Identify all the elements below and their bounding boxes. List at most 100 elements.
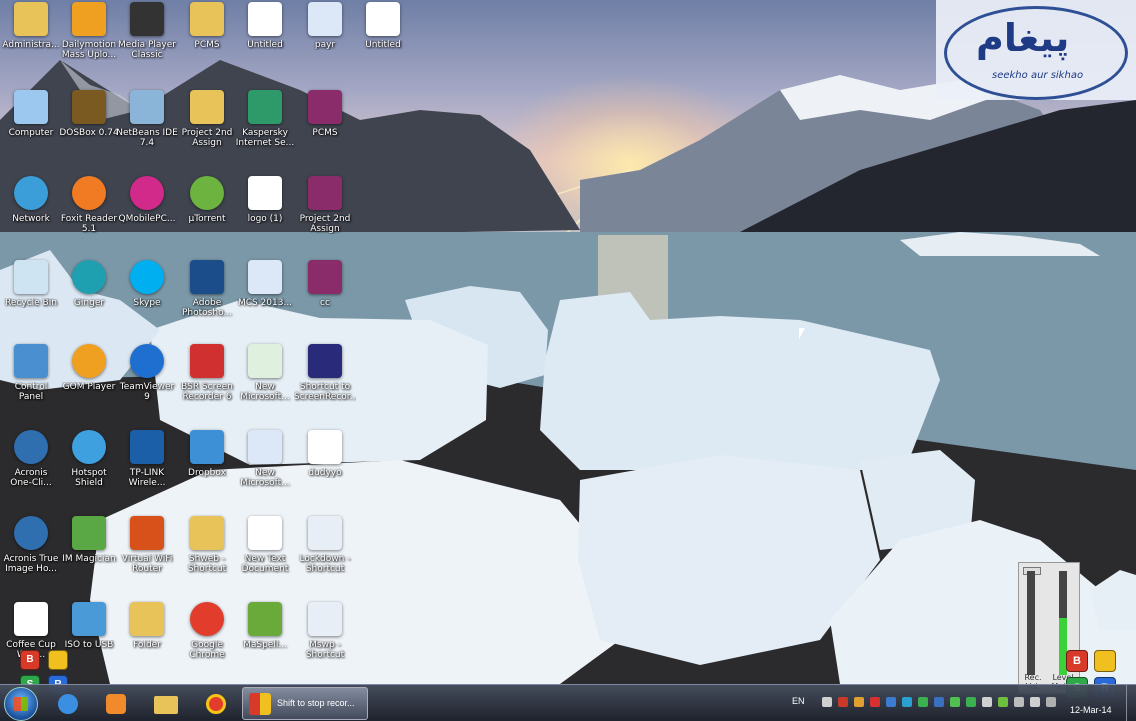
desktop-icon[interactable]: dudyyo: [294, 430, 356, 514]
desktop-icon[interactable]: Ginger: [58, 260, 120, 344]
desktop-icon[interactable]: Computer: [0, 90, 62, 174]
desktop-icon[interactable]: New Microsoft...: [234, 430, 296, 514]
desktop-icon[interactable]: PCMS: [294, 90, 356, 174]
desktop-icon[interactable]: Untitled: [234, 2, 296, 86]
desktop-icon[interactable]: Shweb - Shortcut: [176, 516, 238, 600]
windows-start-icon: [14, 697, 28, 711]
desktop-icon[interactable]: New Microsoft...: [234, 344, 296, 428]
desktop-icon[interactable]: Mswp - Shortcut: [294, 602, 356, 686]
desktop-icon[interactable]: TP-LINK Wirele...: [116, 430, 178, 514]
control-panel-icon: [14, 344, 48, 378]
tray-volume-icon[interactable]: [1030, 697, 1040, 707]
desktop-icon[interactable]: Kaspersky Internet Se...: [234, 90, 296, 174]
rec-volume-slider[interactable]: [1027, 571, 1035, 675]
taskbar-chrome-button[interactable]: [196, 688, 236, 718]
desktop-icon[interactable]: Untitled: [352, 2, 414, 86]
recorder-level-widget[interactable]: Rec. Vol. Level Meter: [1018, 562, 1080, 694]
desktop-icon[interactable]: Acronis True Image Ho...: [0, 516, 62, 600]
bsr-recorder-icon: [190, 344, 224, 378]
tray-app-icon[interactable]: [966, 697, 976, 707]
desktop-icon[interactable]: NetBeans IDE 7.4: [116, 90, 178, 174]
tray-app-icon[interactable]: [934, 697, 944, 707]
dropbox-icon: [190, 430, 224, 464]
taskbar-media-player-button[interactable]: [96, 688, 136, 718]
desktop-icon[interactable]: Virtual WiFi Router: [116, 516, 178, 600]
desktop-icon[interactable]: cc: [294, 260, 356, 344]
desktop-icon[interactable]: Dropbox: [176, 430, 238, 514]
taskbar-ie-button[interactable]: [48, 688, 88, 718]
desktop-icon[interactable]: New Text Document: [234, 516, 296, 600]
desktop-icon[interactable]: payr: [294, 2, 356, 86]
desktop-icon[interactable]: Control Panel: [0, 344, 62, 428]
taskbar-bsr-recorder-task[interactable]: Shift to stop recor...: [242, 687, 368, 720]
desktop-icon-label: dudyyo: [308, 468, 342, 478]
desktop-icon-label: Ginger: [73, 298, 105, 308]
desktop-icon[interactable]: MCS 2013...: [234, 260, 296, 344]
desktop-icon[interactable]: µTorrent: [176, 176, 238, 260]
winrar-icon: [308, 260, 342, 294]
tray-signal-icon[interactable]: [950, 697, 960, 707]
tray-arrow-icon[interactable]: [822, 697, 832, 707]
desktop-icon[interactable]: Foxit Reader 5.1: [58, 176, 120, 260]
desktop-icon-label: Administra...: [2, 40, 60, 50]
media-player-classic-icon: [130, 2, 164, 36]
desktop-icon[interactable]: Administra...: [0, 2, 62, 86]
desktop-icon-label: Virtual WiFi Router: [121, 554, 173, 574]
desktop-icon[interactable]: logo (1): [234, 176, 296, 260]
desktop-icon[interactable]: Network: [0, 176, 62, 260]
clock-date[interactable]: 12-Mar-14: [1070, 705, 1112, 715]
tray-network-icon[interactable]: [982, 697, 992, 707]
desktop-icon[interactable]: Folder: [116, 602, 178, 686]
desktop-icon[interactable]: MaSpell...: [234, 602, 296, 686]
word-doc-icon: [308, 2, 342, 36]
internet-explorer-icon: [58, 694, 78, 714]
tray-app-icon[interactable]: [902, 697, 912, 707]
desktop-icon[interactable]: Project 2nd Assign: [294, 176, 356, 260]
desktop-icon[interactable]: Skype: [116, 260, 178, 344]
show-desktop-button[interactable]: [1126, 685, 1136, 721]
desktop-icon[interactable]: Coffee Cup Web...: [0, 602, 62, 686]
desktop-icon[interactable]: Recycle Bin: [0, 260, 62, 344]
tray-app-icon[interactable]: [854, 697, 864, 707]
desktop-icon[interactable]: ISO to USB: [58, 602, 120, 686]
desktop-icon-label: DOSBox 0.74: [59, 128, 119, 138]
desktop-icon[interactable]: Google Chrome: [176, 602, 238, 686]
bsr-overlay-yellow-icon: [48, 650, 68, 670]
desktop-icon[interactable]: GOM Player: [58, 344, 120, 428]
tray-power-icon[interactable]: [1014, 697, 1024, 707]
desktop-icon[interactable]: Media Player Classic: [116, 2, 178, 86]
text-doc-icon: [248, 516, 282, 550]
tray-shield-icon[interactable]: [870, 697, 880, 707]
desktop-icon-label: Mswp - Shortcut: [305, 640, 345, 660]
tray-app-icon[interactable]: [998, 697, 1008, 707]
user-folder-icon: [14, 2, 48, 36]
desktop-icon-label: Acronis One-Cli...: [10, 468, 52, 488]
desktop-icon-label: Control Panel: [14, 382, 48, 402]
desktop-icon[interactable]: BSR Screen Recorder 6: [176, 344, 238, 428]
desktop-icon[interactable]: Acronis One-Cli...: [0, 430, 62, 514]
desktop-icon-label: IM Magician: [62, 554, 116, 564]
tray-app-icon[interactable]: [918, 697, 928, 707]
taskbar-explorer-button[interactable]: [146, 688, 186, 718]
desktop-icon-label: New Microsoft...: [240, 382, 290, 402]
start-button[interactable]: [4, 687, 38, 721]
desktop-icon[interactable]: Hotspot Shield: [58, 430, 120, 514]
desktop-icon[interactable]: Lockdown - Shortcut: [294, 516, 356, 600]
language-indicator[interactable]: EN: [792, 696, 805, 706]
tray-app-icon[interactable]: [838, 697, 848, 707]
explorer-folder-icon: [154, 696, 178, 714]
desktop-icon[interactable]: TeamViewer 9: [116, 344, 178, 428]
desktop-icon-label: Skype: [133, 298, 161, 308]
tray-app-icon[interactable]: [1046, 697, 1056, 707]
desktop-icon[interactable]: DOSBox 0.74: [58, 90, 120, 174]
desktop-icon[interactable]: Adobe Photosho...: [176, 260, 238, 344]
desktop-icon[interactable]: Dailymotion Mass Uplo...: [58, 2, 120, 86]
desktop-icon[interactable]: Project 2nd Assign: [176, 90, 238, 174]
desktop-icon[interactable]: Shortcut to ScreenRecor...: [294, 344, 356, 428]
tray-app-icon[interactable]: [886, 697, 896, 707]
desktop-icon[interactable]: QMobilePC...: [116, 176, 178, 260]
desktop-icon[interactable]: IM Magician: [58, 516, 120, 600]
desktop-icon[interactable]: PCMS: [176, 2, 238, 86]
hotspot-shield-icon: [72, 430, 106, 464]
desktop-icon-label: Folder: [133, 640, 161, 650]
